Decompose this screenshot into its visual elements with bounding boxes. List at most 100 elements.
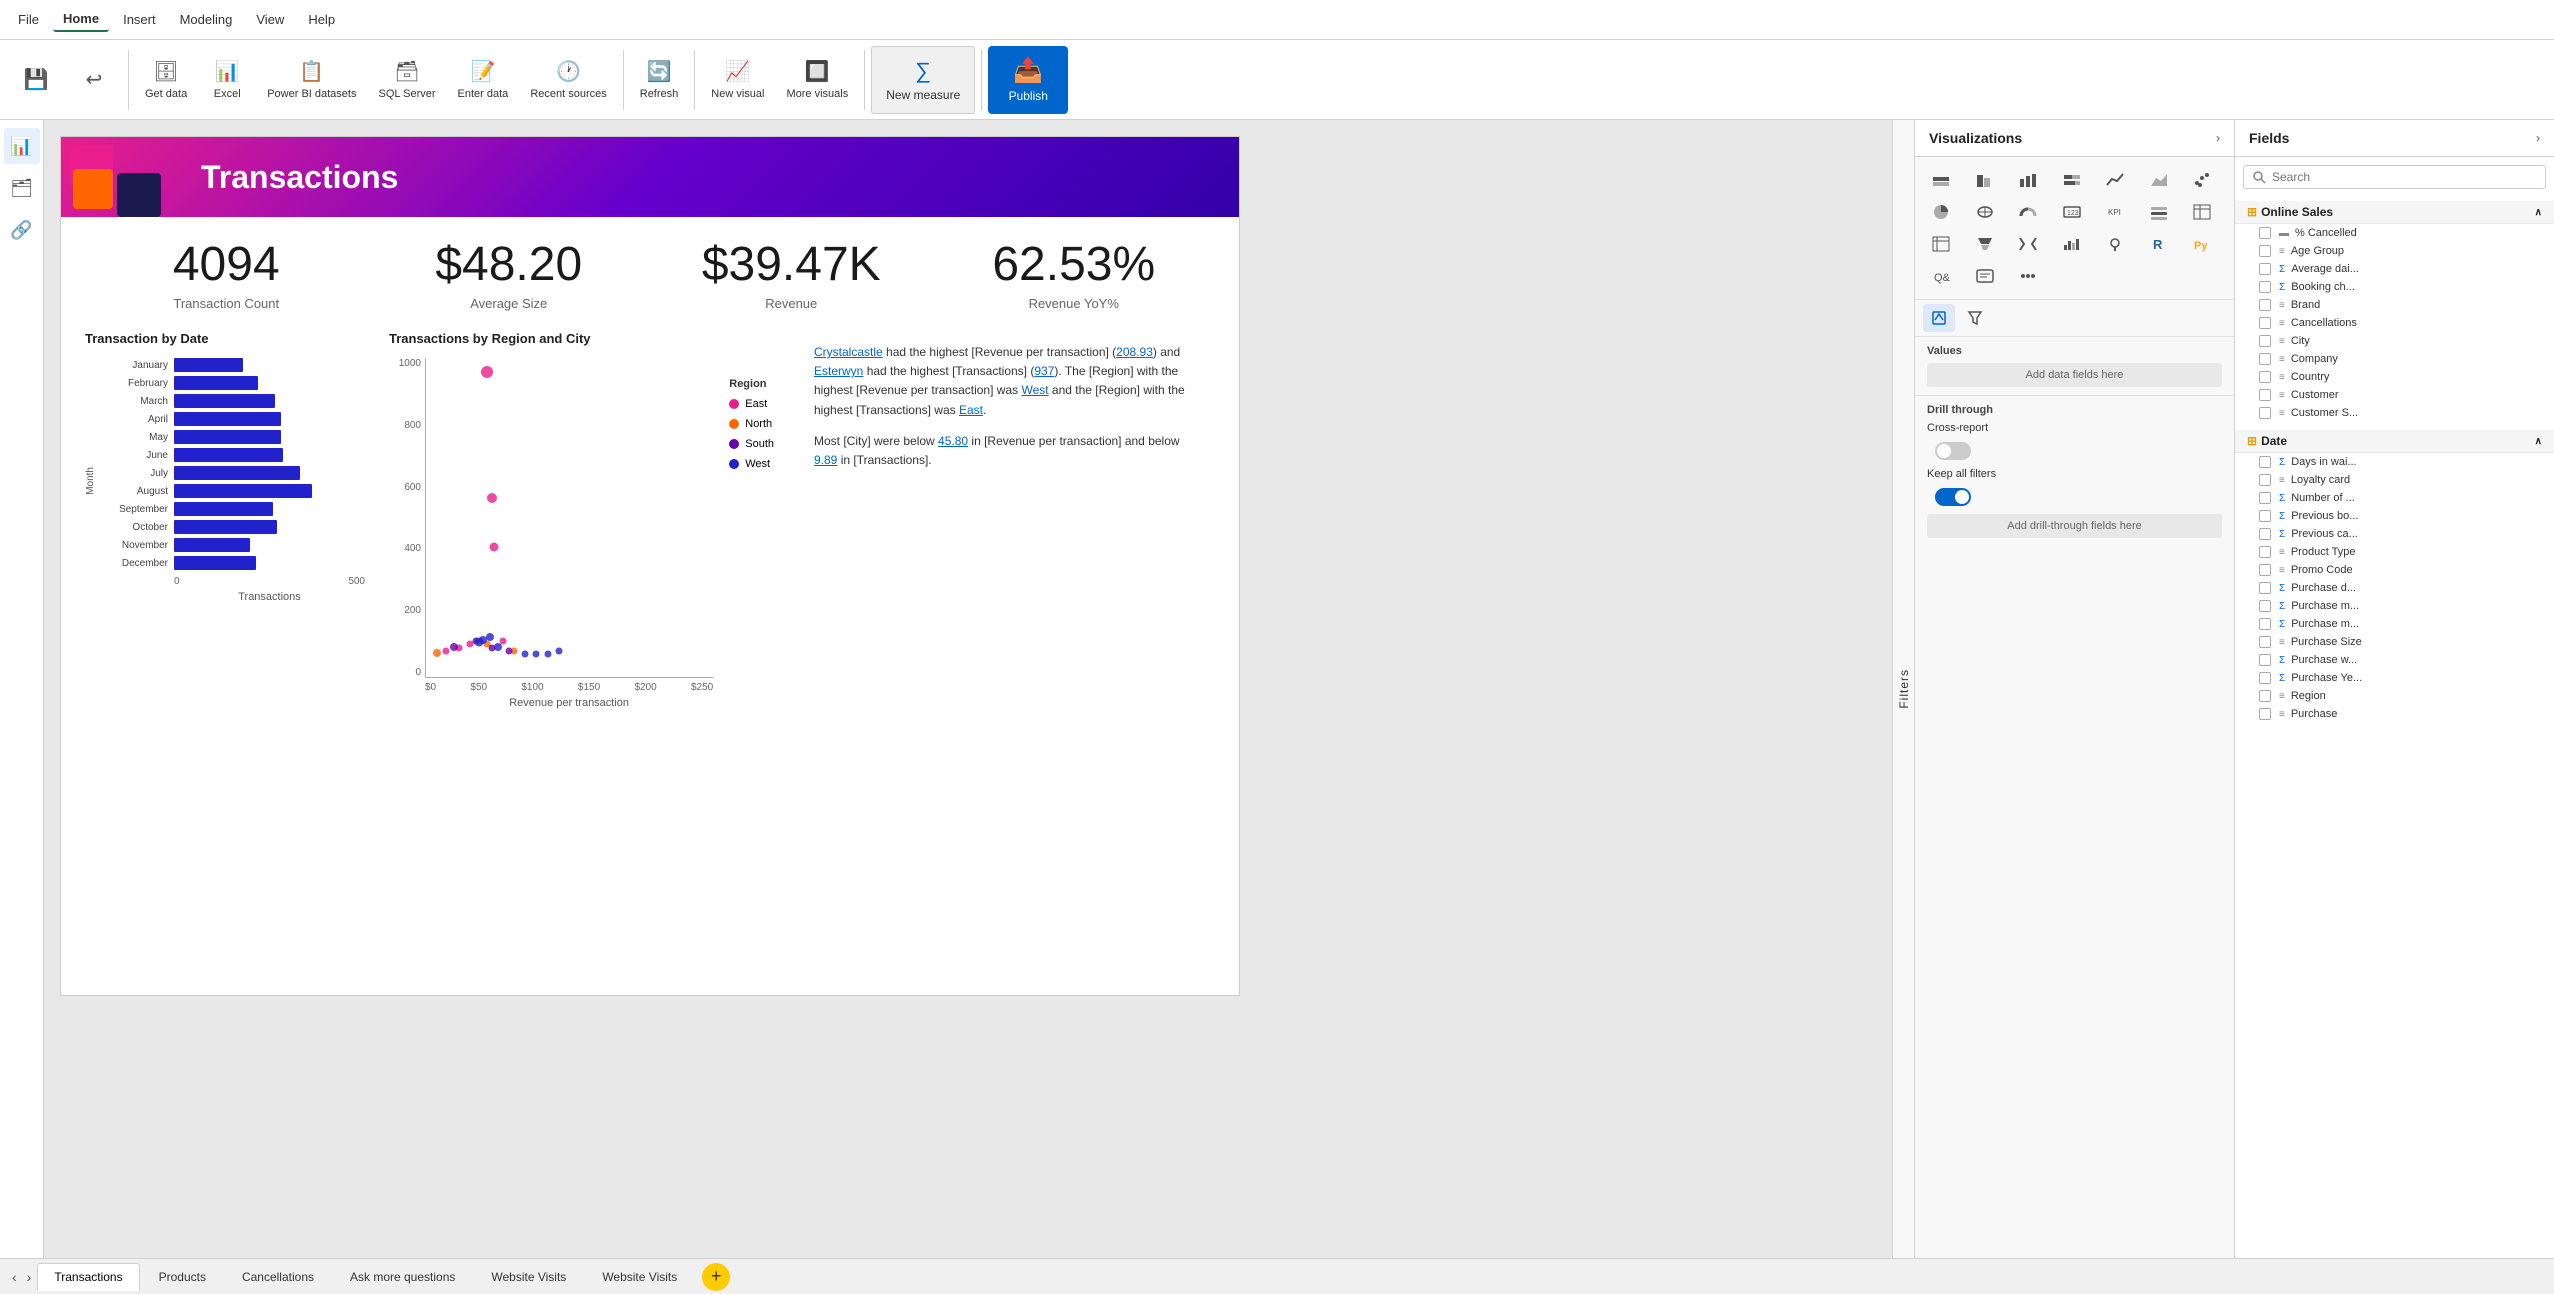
field-purchase-check[interactable] — [2259, 708, 2271, 720]
add-tab-btn[interactable]: + — [702, 1263, 730, 1291]
viz-icon-azure-maps[interactable] — [2097, 229, 2133, 259]
viz-icon-scatter[interactable] — [2184, 165, 2220, 195]
page-tab-cancellations[interactable]: Cancellations — [225, 1263, 331, 1291]
viz-icon-slicer[interactable] — [2141, 197, 2177, 227]
enter-data-btn[interactable]: 📝 Enter data — [448, 46, 519, 114]
field-customer-s-check[interactable] — [2259, 407, 2271, 419]
field-customer-check[interactable] — [2259, 389, 2271, 401]
cross-report-toggle[interactable] — [1935, 442, 1971, 460]
field-purchase-w[interactable]: Σ Purchase w... — [2235, 651, 2554, 669]
viz-icon-py[interactable]: Py — [2184, 229, 2220, 259]
left-icon-report[interactable]: 📊 — [4, 128, 40, 164]
fields-group-date-header[interactable]: ⊞ Date ∧ — [2235, 430, 2554, 453]
field-company-check[interactable] — [2259, 353, 2271, 365]
field-purchase-m2-check[interactable] — [2259, 618, 2271, 630]
viz-icon-100pct-bar[interactable] — [2054, 165, 2090, 195]
viz-icon-more[interactable] — [2010, 261, 2046, 291]
field-city-check[interactable] — [2259, 335, 2271, 347]
field-customer[interactable]: ≡ Customer — [2235, 386, 2554, 404]
field-number-check[interactable] — [2259, 492, 2271, 504]
viz-icon-clustered-bar[interactable] — [1967, 165, 2003, 195]
field-purchase-ye-check[interactable] — [2259, 672, 2271, 684]
field-avg-dai[interactable]: Σ Average dai... — [2235, 260, 2554, 278]
viz-icon-kpi[interactable]: KPI — [2097, 197, 2133, 227]
field-pct-cancelled[interactable]: ▬ % Cancelled — [2235, 224, 2554, 242]
menu-insert[interactable]: Insert — [113, 8, 166, 31]
more-visuals-btn[interactable]: 🔲 More visuals — [776, 46, 858, 114]
fields-search-input[interactable] — [2272, 170, 2537, 184]
viz-icon-qna[interactable]: Q&A — [1923, 261, 1959, 291]
field-purchase-d[interactable]: Σ Purchase d... — [2235, 579, 2554, 597]
field-purchase-ye[interactable]: Σ Purchase Ye... — [2235, 669, 2554, 687]
new-measure-btn[interactable]: ∑ New measure — [871, 46, 975, 114]
field-age-group-check[interactable] — [2259, 245, 2271, 257]
viz-expand-icon[interactable]: › — [2216, 131, 2220, 145]
field-pct-cancelled-check[interactable] — [2259, 227, 2271, 239]
field-number-of[interactable]: Σ Number of ... — [2235, 489, 2554, 507]
viz-icon-map[interactable] — [1967, 197, 2003, 227]
field-product-check[interactable] — [2259, 546, 2271, 558]
field-purchase[interactable]: ≡ Purchase — [2235, 705, 2554, 723]
viz-icon-gauge[interactable] — [2010, 197, 2046, 227]
field-previous-ca[interactable]: Σ Previous ca... — [2235, 525, 2554, 543]
field-purchase-size-check[interactable] — [2259, 636, 2271, 648]
field-promo-code[interactable]: ≡ Promo Code — [2235, 561, 2554, 579]
field-brand[interactable]: ≡ Brand — [2235, 296, 2554, 314]
fields-expand-icon[interactable]: › — [2536, 131, 2540, 145]
viz-icon-stacked-col[interactable] — [2010, 165, 2046, 195]
quick-save-btn[interactable]: 💾 — [8, 46, 64, 114]
field-brand-check[interactable] — [2259, 299, 2271, 311]
viz-values-placeholder[interactable]: Add data fields here — [1927, 363, 2222, 387]
field-avg-dai-check[interactable] — [2259, 263, 2271, 275]
tab-nav-left[interactable]: ‹ — [8, 1267, 21, 1287]
field-purchase-m1[interactable]: Σ Purchase m... — [2235, 597, 2554, 615]
keep-filters-toggle[interactable] — [1935, 488, 1971, 506]
field-customer-s[interactable]: ≡ Customer S... — [2235, 404, 2554, 422]
field-prev-ca-check[interactable] — [2259, 528, 2271, 540]
viz-icon-pie[interactable] — [1923, 197, 1959, 227]
page-tab-ask[interactable]: Ask more questions — [333, 1263, 472, 1291]
menu-modeling[interactable]: Modeling — [170, 8, 243, 31]
filters-label[interactable]: Filters — [1897, 669, 1911, 709]
get-data-btn[interactable]: 🗄 Get data — [135, 46, 197, 114]
field-days-check[interactable] — [2259, 456, 2271, 468]
field-purchase-size[interactable]: ≡ Purchase Size — [2235, 633, 2554, 651]
page-tab-website1[interactable]: Website Visits — [474, 1263, 583, 1291]
field-booking-check[interactable] — [2259, 281, 2271, 293]
viz-icon-table[interactable] — [2184, 197, 2220, 227]
page-tab-products[interactable]: Products — [142, 1263, 223, 1291]
page-tab-website2[interactable]: Website Visits — [585, 1263, 694, 1291]
viz-icon-funnel[interactable] — [1967, 229, 2003, 259]
field-purchase-m2[interactable]: Σ Purchase m... — [2235, 615, 2554, 633]
menu-view[interactable]: View — [246, 8, 294, 31]
quick-undo-btn[interactable]: ↩ — [66, 46, 122, 114]
field-loyalty-card[interactable]: ≡ Loyalty card — [2235, 471, 2554, 489]
sql-server-btn[interactable]: 🗃 SQL Server — [368, 46, 445, 114]
viz-icon-stacked-bar[interactable] — [1923, 165, 1959, 195]
field-company[interactable]: ≡ Company — [2235, 350, 2554, 368]
field-purchase-d-check[interactable] — [2259, 582, 2271, 594]
powerbi-datasets-btn[interactable]: 📋 Power BI datasets — [257, 46, 366, 114]
field-prev-bo-check[interactable] — [2259, 510, 2271, 522]
format-tab-filter[interactable] — [1959, 304, 1991, 332]
viz-icon-narrative[interactable] — [1967, 261, 2003, 291]
viz-icon-matrix[interactable] — [1923, 229, 1959, 259]
viz-icon-ribbon[interactable] — [2010, 229, 2046, 259]
field-purchase-m1-check[interactable] — [2259, 600, 2271, 612]
excel-btn[interactable]: 📊 Excel — [199, 46, 255, 114]
field-country[interactable]: ≡ Country — [2235, 368, 2554, 386]
field-region[interactable]: ≡ Region — [2235, 687, 2554, 705]
field-loyalty-check[interactable] — [2259, 474, 2271, 486]
viz-icon-line[interactable] — [2097, 165, 2133, 195]
field-promo-check[interactable] — [2259, 564, 2271, 576]
left-icon-model[interactable]: 🔗 — [4, 212, 40, 248]
drillthrough-placeholder[interactable]: Add drill-through fields here — [1927, 514, 2222, 538]
new-visual-btn[interactable]: 📈 New visual — [701, 46, 774, 114]
left-icon-data[interactable]: 🗂 — [4, 170, 40, 206]
field-country-check[interactable] — [2259, 371, 2271, 383]
field-region-check[interactable] — [2259, 690, 2271, 702]
field-age-group[interactable]: ≡ Age Group — [2235, 242, 2554, 260]
menu-help[interactable]: Help — [298, 8, 345, 31]
tab-nav-right[interactable]: › — [23, 1267, 36, 1287]
viz-icon-r[interactable]: R — [2141, 229, 2177, 259]
